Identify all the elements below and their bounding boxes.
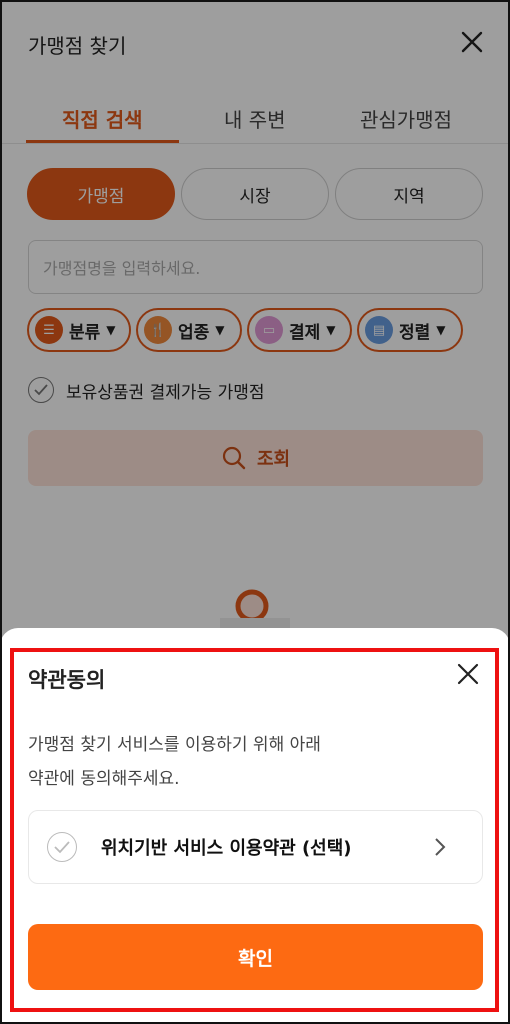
sheet-description-line: 약관에 동의해주세요. (28, 769, 180, 789)
terms-item-label: 위치기반 서비스 이용약관 (선택) (101, 838, 352, 859)
sheet-title: 약관동의 (28, 668, 106, 692)
chevron-right-icon[interactable] (434, 837, 446, 857)
sheet-description: 가맹점 찾기 서비스를 이용하기 위해 아래 약관에 동의해주세요. (28, 728, 468, 796)
close-icon[interactable] (454, 660, 482, 688)
location-terms-item[interactable]: 위치기반 서비스 이용약관 (선택) (28, 810, 483, 884)
confirm-button[interactable]: 확인 (28, 924, 483, 990)
check-icon[interactable] (47, 832, 77, 862)
sheet-description-line: 가맹점 찾기 서비스를 이용하기 위해 아래 (28, 735, 321, 755)
